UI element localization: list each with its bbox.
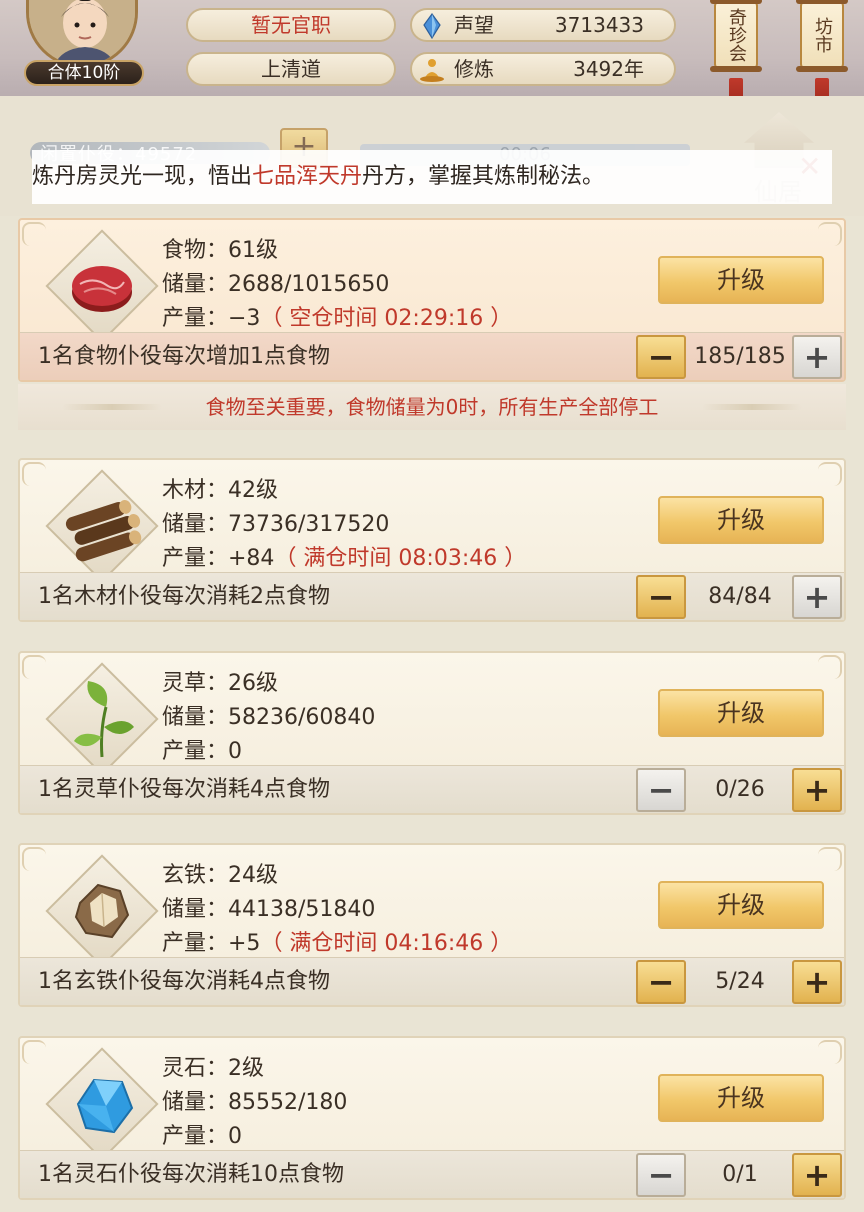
prestige-value: 3713433 xyxy=(554,13,644,37)
warning-text: 食物至关重要，食物储量为0时，所有生产全部停工 xyxy=(205,395,659,419)
prestige-stat: 声望 3713433 xyxy=(410,8,676,42)
output-time-note: （ 空仓时间 02:29:16 ） xyxy=(260,306,513,331)
treasure-fair-button[interactable]: 奇珍会 xyxy=(710,0,762,72)
resource-card-wood: 木材：42级 储量：73736/317520 产量：+84（ 满仓时间 08:0… xyxy=(18,458,846,622)
output-value: 产量：+5 xyxy=(162,931,261,956)
notice-highlight: 七品浑天丹 xyxy=(252,164,363,189)
worker-description: 1名灵草仆役每次消耗4点食物 xyxy=(38,777,330,802)
divider-ornament xyxy=(702,404,802,410)
resource-storage: 储量：2688/1015650 xyxy=(162,272,390,297)
resource-card-food: 食物：61级 储量：2688/1015650 产量：−3（ 空仓时间 02:29… xyxy=(18,218,846,382)
resource-level: 灵草：26级 xyxy=(162,671,278,696)
cultivation-value: 3492年 xyxy=(573,57,644,81)
resource-level: 玄铁：24级 xyxy=(162,863,278,888)
notice-suffix: 丹方，掌握其炼制秘法。 xyxy=(362,164,605,189)
decrease-workers-button[interactable]: − xyxy=(636,575,686,619)
upgrade-button[interactable]: 升级 xyxy=(658,689,824,737)
output-time-note: （ 满仓时间 08:03:46 ） xyxy=(274,546,527,571)
player-avatar-frame[interactable]: 合体10阶 xyxy=(14,0,152,88)
card-corner-ornament xyxy=(22,655,46,679)
resource-storage: 储量：73736/317520 xyxy=(162,512,390,537)
realm-badge: 合体10阶 xyxy=(24,60,144,86)
divider-ornament xyxy=(62,404,162,410)
upgrade-button[interactable]: 升级 xyxy=(658,256,824,304)
upgrade-button[interactable]: 升级 xyxy=(658,1074,824,1122)
worker-row: 1名木材仆役每次消耗2点食物 − 84/84 + xyxy=(20,572,844,620)
resource-output: 产量：−3（ 空仓时间 02:29:16 ） xyxy=(162,300,512,332)
increase-workers-button[interactable]: + xyxy=(792,575,842,619)
upgrade-button[interactable]: 升级 xyxy=(658,881,824,929)
resource-card-herb: 灵草：26级 储量：58236/60840 产量：0 升级 1名灵草仆役每次消耗… xyxy=(18,651,846,815)
output-value: 产量：0 xyxy=(162,1124,242,1149)
increase-workers-button[interactable]: + xyxy=(792,1153,842,1197)
resource-output: 产量：+84（ 满仓时间 08:03:46 ） xyxy=(162,540,526,572)
worker-count: 0/26 xyxy=(715,777,765,802)
resource-level: 木材：42级 xyxy=(162,478,278,503)
resource-output: 产量：0 xyxy=(162,1118,242,1150)
market-button[interactable]: 坊市 xyxy=(796,0,848,72)
notice-prefix: 炼丹房灵光一现，悟出 xyxy=(32,164,253,189)
increase-workers-button[interactable]: + xyxy=(792,768,842,812)
card-corner-ornament xyxy=(818,222,842,246)
card-corner-ornament xyxy=(22,222,46,246)
worker-row: 1名玄铁仆役每次消耗4点食物 − 5/24 + xyxy=(20,957,844,1005)
worker-row: 1名食物仆役每次增加1点食物 − 185/185 + xyxy=(20,332,844,380)
decrease-workers-button[interactable]: − xyxy=(636,335,686,379)
worker-count: 5/24 xyxy=(715,969,765,994)
resource-storage: 储量：58236/60840 xyxy=(162,705,376,730)
iron-ore-icon xyxy=(45,854,159,968)
spirit-stone-icon xyxy=(45,1047,159,1161)
worker-row: 1名灵草仆役每次消耗4点食物 − 0/26 + xyxy=(20,765,844,813)
output-value: 产量：−3 xyxy=(162,306,261,331)
food-warning: 食物至关重要，食物储量为0时，所有生产全部停工 xyxy=(18,384,846,430)
worker-count: 185/185 xyxy=(694,344,786,369)
prestige-crystal-icon xyxy=(418,12,446,40)
worker-row: 1名灵石仆役每次消耗10点食物 − 0/1 + xyxy=(20,1150,844,1198)
decrease-workers-button[interactable]: − xyxy=(636,768,686,812)
resource-card-iron: 玄铁：24级 储量：44138/51840 产量：+5（ 满仓时间 04:16:… xyxy=(18,843,846,1007)
prestige-label: 声望 xyxy=(454,13,494,37)
card-corner-ornament xyxy=(22,847,46,871)
worker-description: 1名食物仆役每次增加1点食物 xyxy=(38,344,330,369)
resource-storage: 储量：85552/180 xyxy=(162,1090,348,1115)
card-corner-ornament xyxy=(818,462,842,486)
output-value: 产量：+84 xyxy=(162,546,275,571)
decrease-workers-button[interactable]: − xyxy=(636,960,686,1004)
worker-description: 1名灵石仆役每次消耗10点食物 xyxy=(38,1162,344,1187)
upgrade-button[interactable]: 升级 xyxy=(658,496,824,544)
card-corner-ornament xyxy=(22,1040,46,1064)
cultivation-meditation-icon xyxy=(418,57,446,83)
resource-level: 食物：61级 xyxy=(162,238,278,263)
resource-card-spirit-stone: 灵石：2级 储量：85552/180 产量：0 升级 1名灵石仆役每次消耗10点… xyxy=(18,1036,846,1200)
output-value: 产量：0 xyxy=(162,739,242,764)
avatar[interactable] xyxy=(26,0,138,68)
decrease-workers-button[interactable]: − xyxy=(636,1153,686,1197)
increase-workers-button[interactable]: + xyxy=(792,960,842,1004)
worker-count: 0/1 xyxy=(722,1162,758,1187)
card-corner-ornament xyxy=(22,462,46,486)
worker-description: 1名木材仆役每次消耗2点食物 xyxy=(38,584,330,609)
resource-output: 产量：+5（ 满仓时间 04:16:46 ） xyxy=(162,925,512,957)
wood-logs-icon xyxy=(45,469,159,583)
card-corner-ornament xyxy=(818,655,842,679)
herb-leaf-icon xyxy=(45,662,159,776)
cultivation-label: 修炼 xyxy=(454,57,494,81)
meat-icon xyxy=(45,229,159,343)
top-bar: 合体10阶 暂无官职 上清道 声望 3713433 修炼 3492年 奇珍会 坊… xyxy=(0,0,864,118)
system-notice-banner: 炼丹房灵光一现，悟出七品浑天丹丹方，掌握其炼制秘法。 xyxy=(32,150,832,204)
worker-description: 1名玄铁仆役每次消耗4点食物 xyxy=(38,969,330,994)
sect-name[interactable]: 上清道 xyxy=(186,52,396,86)
card-corner-ornament xyxy=(818,847,842,871)
resource-output: 产量：0 xyxy=(162,733,242,765)
cultivation-stat: 修炼 3492年 xyxy=(410,52,676,86)
card-corner-ornament xyxy=(818,1040,842,1064)
official-title[interactable]: 暂无官职 xyxy=(186,8,396,42)
worker-count: 84/84 xyxy=(708,584,772,609)
increase-workers-button[interactable]: + xyxy=(792,335,842,379)
resource-storage: 储量：44138/51840 xyxy=(162,897,376,922)
resource-level: 灵石：2级 xyxy=(162,1056,264,1081)
output-time-note: （ 满仓时间 04:16:46 ） xyxy=(260,931,513,956)
